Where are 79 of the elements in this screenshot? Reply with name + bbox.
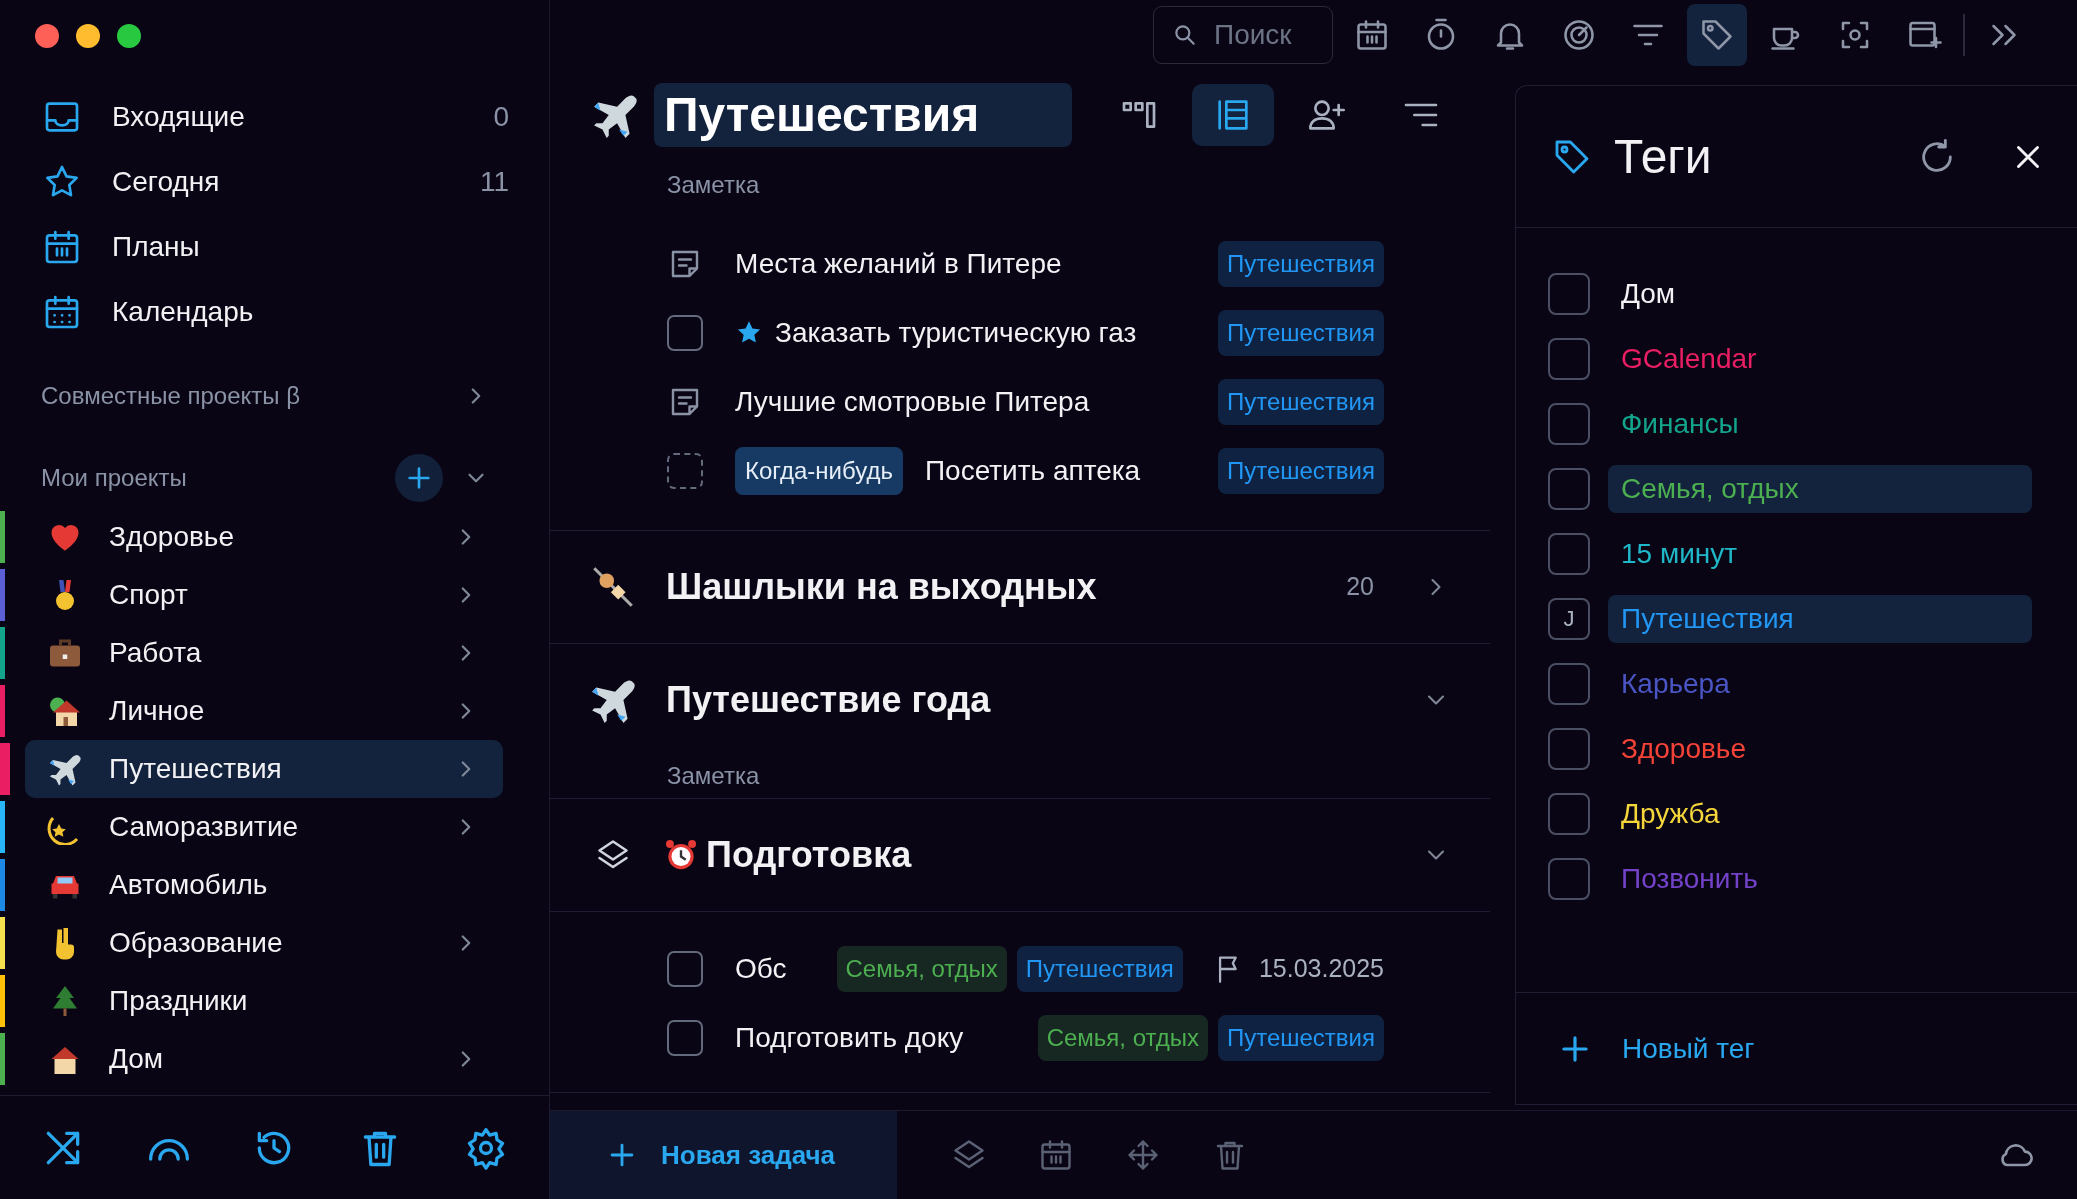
- task-title[interactable]: Посетить аптека: [924, 449, 1218, 492]
- zoom-button[interactable]: [117, 24, 141, 48]
- tag-chip[interactable]: Путешествия: [1217, 1014, 1384, 1061]
- tag-item[interactable]: 15 минут: [1608, 529, 2032, 578]
- project-item[interactable]: Спорт: [25, 566, 503, 624]
- nav-item[interactable]: Календарь: [0, 279, 549, 344]
- new-tag-button[interactable]: Новый тег: [1622, 1027, 1755, 1070]
- project-item[interactable]: Путешествия: [25, 740, 503, 798]
- tag-chip[interactable]: Путешествия: [1016, 945, 1183, 992]
- search-field[interactable]: Поиск: [1212, 13, 1322, 57]
- checkbox[interactable]: [1548, 402, 1590, 445]
- tag-item[interactable]: Здоровье: [1608, 724, 2032, 773]
- tag-item[interactable]: Дом: [1608, 269, 2032, 318]
- search-icon: [1172, 22, 1198, 48]
- checkbox[interactable]: [1548, 662, 1590, 705]
- shortcut-key: J: [1563, 602, 1575, 635]
- tag-chip[interactable]: Путешествия: [1217, 378, 1384, 425]
- project-item[interactable]: Образование: [25, 914, 503, 972]
- calendar-icon: [1354, 17, 1390, 53]
- calendar-icon[interactable]: [1038, 1137, 1074, 1173]
- project-item[interactable]: Здоровье: [25, 508, 503, 566]
- tag-item[interactable]: Путешествия: [1608, 594, 2032, 643]
- project-note: Заметка: [666, 761, 761, 786]
- tag-icon: [1699, 17, 1735, 53]
- tag-button[interactable]: [1687, 4, 1747, 66]
- checkbox[interactable]: [667, 314, 703, 351]
- checkbox[interactable]: [1548, 857, 1590, 900]
- checkbox[interactable]: [667, 452, 703, 489]
- checkbox[interactable]: [1548, 792, 1590, 835]
- tag-chip[interactable]: Семья, отдых: [1037, 1014, 1208, 1061]
- project-item[interactable]: Личное: [25, 682, 503, 740]
- minimize-button[interactable]: [76, 24, 100, 48]
- task-title[interactable]: Места желаний в Питере: [735, 242, 1218, 285]
- task-title[interactable]: Обс: [735, 947, 837, 990]
- tag-chip[interactable]: Путешествия: [1217, 240, 1384, 287]
- section-header: Мои проекты: [41, 463, 187, 493]
- project-item[interactable]: Работа: [25, 624, 503, 682]
- section-header[interactable]: Совместные проекты β: [41, 378, 301, 414]
- add-project-button[interactable]: [395, 454, 443, 502]
- tag-chip[interactable]: Семья, отдых: [836, 945, 1007, 992]
- tag-item[interactable]: Семья, отдых: [1608, 464, 2032, 513]
- task-count: 20: [1346, 571, 1374, 603]
- someday-label: Когда-нибудь: [735, 446, 903, 495]
- project-item[interactable]: Праздники: [25, 972, 503, 1030]
- checkbox[interactable]: J: [1548, 597, 1590, 640]
- checkbox[interactable]: [667, 1019, 703, 1056]
- new-task-button[interactable]: Новая задача: [550, 1110, 897, 1199]
- project-item[interactable]: Саморазвитие: [25, 798, 503, 856]
- due-date: 15.03.2025: [1258, 952, 1384, 984]
- search-box[interactable]: Поиск: [1153, 6, 1333, 64]
- move-icon[interactable]: [1125, 1137, 1161, 1173]
- checkbox[interactable]: [667, 950, 703, 987]
- project-title[interactable]: Путешествие года: [666, 673, 991, 727]
- tag-item[interactable]: Финансы: [1608, 399, 2032, 448]
- project-item[interactable]: Автомобиль: [25, 856, 503, 914]
- list-view-button[interactable]: [1192, 84, 1274, 146]
- close-button[interactable]: [35, 24, 59, 48]
- checkbox[interactable]: [1548, 272, 1590, 315]
- heading-title[interactable]: Подготовка: [706, 828, 912, 882]
- tag-chip[interactable]: Путешествия: [1217, 447, 1384, 494]
- checkbox[interactable]: [1548, 337, 1590, 380]
- project-title-field[interactable]: Путешествия: [654, 83, 1072, 147]
- task-title[interactable]: Заказать туристическую газ: [775, 311, 1218, 354]
- radar-icon: [1561, 17, 1597, 53]
- nav-item[interactable]: Входящие 0: [0, 84, 549, 149]
- nav-item[interactable]: Планы: [0, 214, 549, 279]
- checkbox[interactable]: [1548, 467, 1590, 510]
- project-item[interactable]: Дом: [25, 1030, 503, 1088]
- checkbox[interactable]: [1548, 727, 1590, 770]
- checkbox[interactable]: [1548, 532, 1590, 575]
- task-title[interactable]: Подготовить доку: [735, 1016, 1038, 1059]
- project-note: Заметка: [666, 170, 761, 197]
- tag-item[interactable]: Дружба: [1608, 789, 2032, 838]
- task-title[interactable]: Лучшие смотровые Питера: [735, 380, 1218, 423]
- nav-item[interactable]: Сегодня 11: [0, 149, 549, 214]
- project-title[interactable]: Шашлыки на выходных: [666, 560, 1097, 614]
- tag-chip[interactable]: Путешествия: [1217, 309, 1384, 356]
- tag-item[interactable]: GCalendar: [1608, 334, 2032, 383]
- panel-title: Теги: [1614, 128, 1712, 185]
